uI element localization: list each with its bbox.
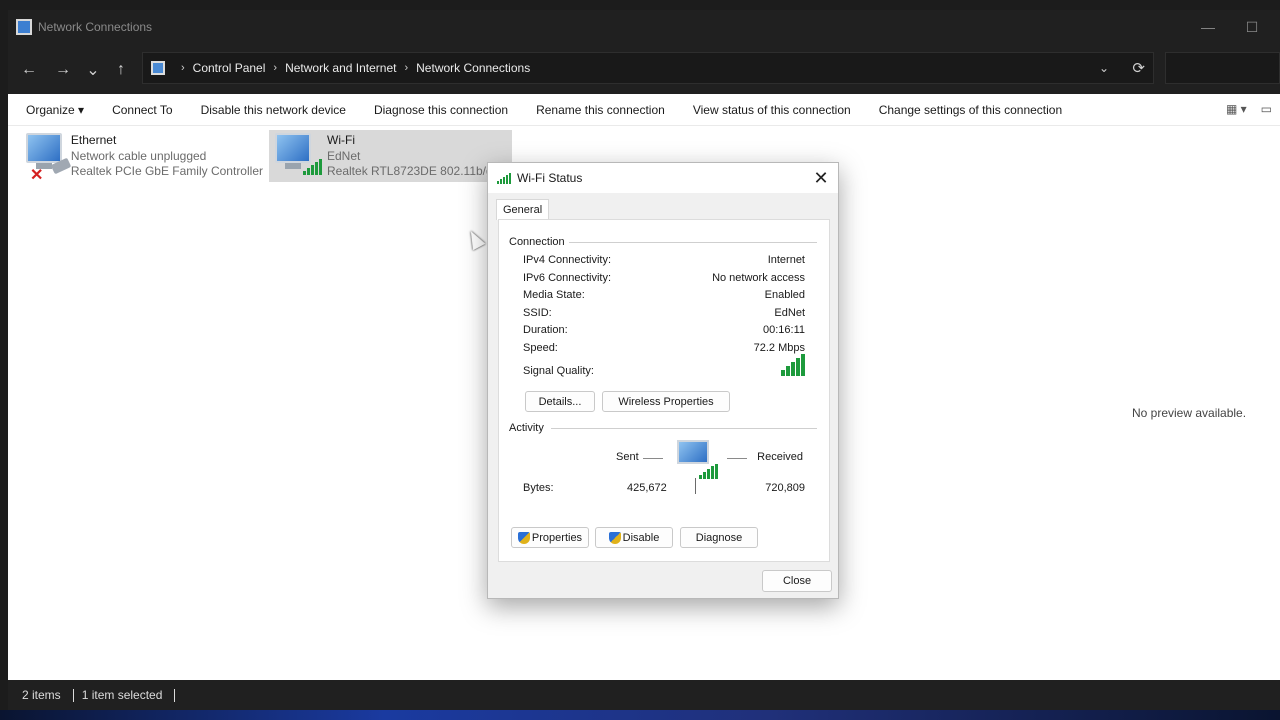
speed-value: 72.2 Mbps (753, 342, 805, 354)
list-item-ethernet[interactable]: ✕ Ethernet Network cable unplugged Realt… (8, 130, 263, 184)
disable-device-button[interactable]: Disable this network device (187, 103, 360, 117)
ipv4-value: Internet (767, 254, 805, 266)
general-tab-panel: Connection IPv4 Connectivity: Internet I… (498, 219, 830, 562)
status-bar: 2 items 1 item selected (8, 680, 1280, 710)
item-device: Realtek RTL8723DE 802.11b/g/n (327, 164, 503, 178)
change-settings-button[interactable]: Change settings of this connection (865, 103, 1076, 117)
dialog-title: Wi-Fi Status (517, 171, 583, 185)
disable-label: Disable (622, 531, 660, 544)
media-state-label: Media State: (523, 289, 585, 301)
signal-bars-icon (303, 159, 322, 175)
ipv6-label: IPv6 Connectivity: (523, 272, 612, 284)
signal-quality-label: Signal Quality: (523, 365, 594, 377)
preview-pane-text: No preview available. (1132, 406, 1247, 420)
breadcrumb-network-and-internet[interactable]: Network and Internet (285, 61, 396, 75)
back-button[interactable]: ← (17, 58, 41, 82)
network-activity-icon (677, 440, 718, 482)
up-button[interactable]: ↑ (109, 58, 133, 82)
bytes-sent-value: 425,672 (627, 482, 667, 494)
connect-to-button[interactable]: Connect To (98, 103, 187, 117)
network-connections-icon (16, 19, 32, 35)
details-button[interactable]: Details... (525, 391, 595, 412)
view-status-button[interactable]: View status of this connection (679, 103, 865, 117)
ethernet-adapter-icon: ✕ (26, 133, 72, 184)
properties-label: Properties (531, 531, 583, 544)
breadcrumb-separator: › (273, 62, 278, 74)
item-count: 2 items (22, 688, 61, 702)
search-input[interactable] (1165, 52, 1280, 84)
forward-button[interactable]: → (51, 58, 75, 82)
shield-icon (608, 531, 621, 544)
desktop-strip (0, 710, 1280, 720)
selected-count: 1 item selected (81, 688, 163, 702)
sent-label: Sent (616, 451, 639, 463)
disable-button[interactable]: Disable (595, 527, 673, 548)
wifi-status-dialog: Wi-Fi Status ✕ General Connection IPv4 C… (487, 162, 839, 599)
maximize-button[interactable]: ☐ (1230, 10, 1274, 44)
diagnose-button[interactable]: Diagnose (680, 527, 758, 548)
breadcrumb-network-connections[interactable]: Network Connections (416, 61, 530, 75)
item-device: Realtek PCIe GbE Family Controller (70, 164, 263, 178)
tab-general[interactable]: General (496, 199, 550, 220)
rename-connection-button[interactable]: Rename this connection (522, 103, 679, 117)
ipv4-label: IPv4 Connectivity: (523, 254, 612, 266)
view-options-icon[interactable]: ▦ ▾ (1226, 102, 1247, 116)
signal-quality-icon (781, 354, 805, 376)
item-status: EdNet (327, 148, 361, 163)
bytes-received-value: 720,809 (765, 482, 805, 494)
control-panel-icon (151, 61, 165, 75)
title-bar: Network Connections — ☐ (8, 10, 1280, 44)
activity-group-label: Activity (509, 422, 544, 434)
ssid-label: SSID: (523, 307, 552, 319)
properties-button[interactable]: Properties (511, 527, 589, 548)
duration-value: 00:16:11 (762, 324, 805, 336)
speed-label: Speed: (523, 342, 558, 354)
breadcrumb-separator: › (181, 62, 185, 74)
ipv6-value: No network access (712, 272, 805, 284)
close-icon[interactable]: ✕ (810, 167, 832, 189)
item-name: Wi-Fi (327, 133, 355, 147)
list-item-wifi[interactable]: Wi-Fi EdNet Realtek RTL8723DE 802.11b/g/… (269, 130, 512, 182)
minimize-button[interactable]: — (1186, 10, 1230, 44)
address-dropdown-icon[interactable]: ⌄ (1099, 61, 1109, 75)
ssid-value: EdNet (774, 307, 805, 319)
preview-pane-icon[interactable]: ▭ (1261, 102, 1272, 116)
item-status: Network cable unplugged (70, 148, 207, 163)
wireless-properties-button[interactable]: Wireless Properties (602, 391, 730, 412)
refresh-icon[interactable]: ⟳ (1132, 59, 1145, 77)
address-bar-area: ← → ⌄ ↑ › Control Panel › Network and In… (8, 44, 1280, 94)
received-label: Received (757, 451, 803, 463)
recent-locations-button[interactable]: ⌄ (81, 58, 105, 82)
item-name: Ethernet (70, 133, 117, 147)
close-button[interactable]: Close (762, 570, 832, 592)
disconnected-x-icon: ✕ (30, 167, 44, 184)
wifi-adapter-icon (275, 133, 322, 179)
window-title: Network Connections (38, 20, 153, 34)
breadcrumb-separator: › (404, 62, 409, 74)
bytes-label: Bytes: (523, 482, 554, 494)
connection-group-label: Connection (509, 236, 565, 248)
media-state-value: Enabled (764, 289, 805, 301)
duration-label: Duration: (523, 324, 568, 336)
organize-menu[interactable]: Organize ▾ (8, 103, 98, 117)
diagnose-connection-button[interactable]: Diagnose this connection (360, 103, 522, 117)
command-bar: Organize ▾ Connect To Disable this netwo… (8, 94, 1280, 126)
breadcrumb-control-panel[interactable]: Control Panel (193, 61, 266, 75)
wifi-signal-icon (497, 172, 511, 184)
shield-icon (517, 531, 530, 544)
dialog-title-bar: Wi-Fi Status ✕ (488, 163, 838, 193)
address-input[interactable]: › Control Panel › Network and Internet ›… (142, 52, 1154, 84)
